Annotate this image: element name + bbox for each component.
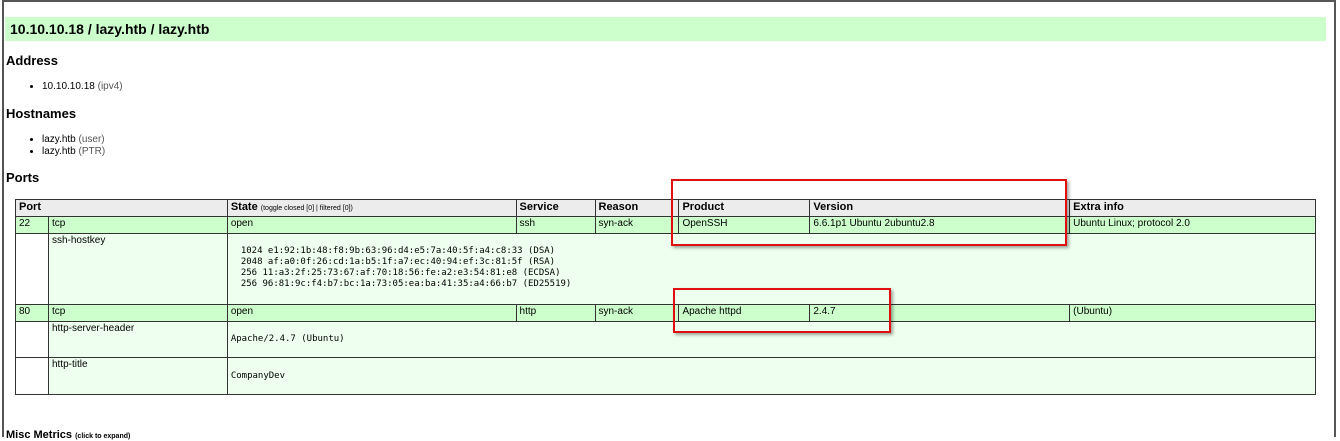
misc-metrics-toggle[interactable]: Misc Metrics (click to expand) <box>6 429 130 441</box>
script-output-cell: CompanyDev <box>226 357 1317 395</box>
col-reason: Reason <box>594 199 680 217</box>
state-toggle-link[interactable]: (toggle closed [0] | filtered [0]) <box>261 205 353 212</box>
col-service: Service <box>515 199 596 217</box>
script-output: Apache/2.4.7 (Ubuntu) <box>230 334 345 344</box>
port-reason: syn-ack <box>594 216 680 234</box>
host-title: 10.10.10.18 / lazy.htb / lazy.htb <box>10 21 210 37</box>
script-row: ssh-hostkey 1024 e1:92:1b:48:f8:9b:63:96… <box>15 233 1317 305</box>
port-service: http <box>515 304 596 322</box>
script-row: http-server-header Apache/2.4.7 (Ubuntu) <box>15 321 1317 358</box>
port-reason: syn-ack <box>594 304 680 322</box>
address-heading: Address <box>6 53 59 68</box>
port-extra-info: Ubuntu Linux; protocol 2.0 <box>1069 216 1316 234</box>
ports-table: Port State (toggle closed [0] | filtered… <box>15 199 1317 395</box>
script-name: http-title <box>47 357 228 395</box>
list-item: lazy.htb (user) <box>42 134 105 146</box>
script-name: ssh-hostkey <box>47 233 228 305</box>
ports-heading: Ports <box>6 170 40 185</box>
col-port: Port <box>15 199 228 217</box>
port-protocol: tcp <box>47 216 228 234</box>
highlight-box-http-product-version <box>673 288 891 333</box>
hostnames-list: lazy.htb (user) lazy.htb (PTR) <box>30 134 105 158</box>
port-state: open <box>226 304 517 322</box>
port-protocol: tcp <box>47 304 228 322</box>
table-row: 22 tcp open ssh syn-ack OpenSSH 6.6.1p1 … <box>15 216 1316 234</box>
highlight-box-ssh-product-version <box>671 179 1067 246</box>
list-item: lazy.htb (PTR) <box>42 146 105 158</box>
script-name: http-server-header <box>47 321 228 358</box>
hostnames-heading: Hostnames <box>6 106 77 121</box>
port-number: 22 <box>15 216 49 234</box>
table-header-row: Port State (toggle closed [0] | filtered… <box>15 199 1316 217</box>
port-extra-info: (Ubuntu) <box>1069 304 1316 322</box>
col-state: State (toggle closed [0] | filtered [0]) <box>226 199 517 217</box>
port-state: open <box>226 216 517 234</box>
list-item: 10.10.10.18 (ipv4) <box>42 81 123 93</box>
host-title-bar: 10.10.10.18 / lazy.htb / lazy.htb <box>5 17 1326 41</box>
script-output: CompanyDev <box>230 370 285 381</box>
script-indent <box>15 357 49 395</box>
table-row: 80 tcp open http syn-ack Apache httpd 2.… <box>15 304 1316 322</box>
port-number: 80 <box>15 304 49 322</box>
script-row: http-title CompanyDev <box>15 357 1317 395</box>
col-extra-info: Extra info <box>1069 199 1316 217</box>
script-indent <box>15 321 49 358</box>
address-list: 10.10.10.18 (ipv4) <box>30 81 123 93</box>
script-indent <box>15 233 49 305</box>
port-service: ssh <box>515 216 596 234</box>
